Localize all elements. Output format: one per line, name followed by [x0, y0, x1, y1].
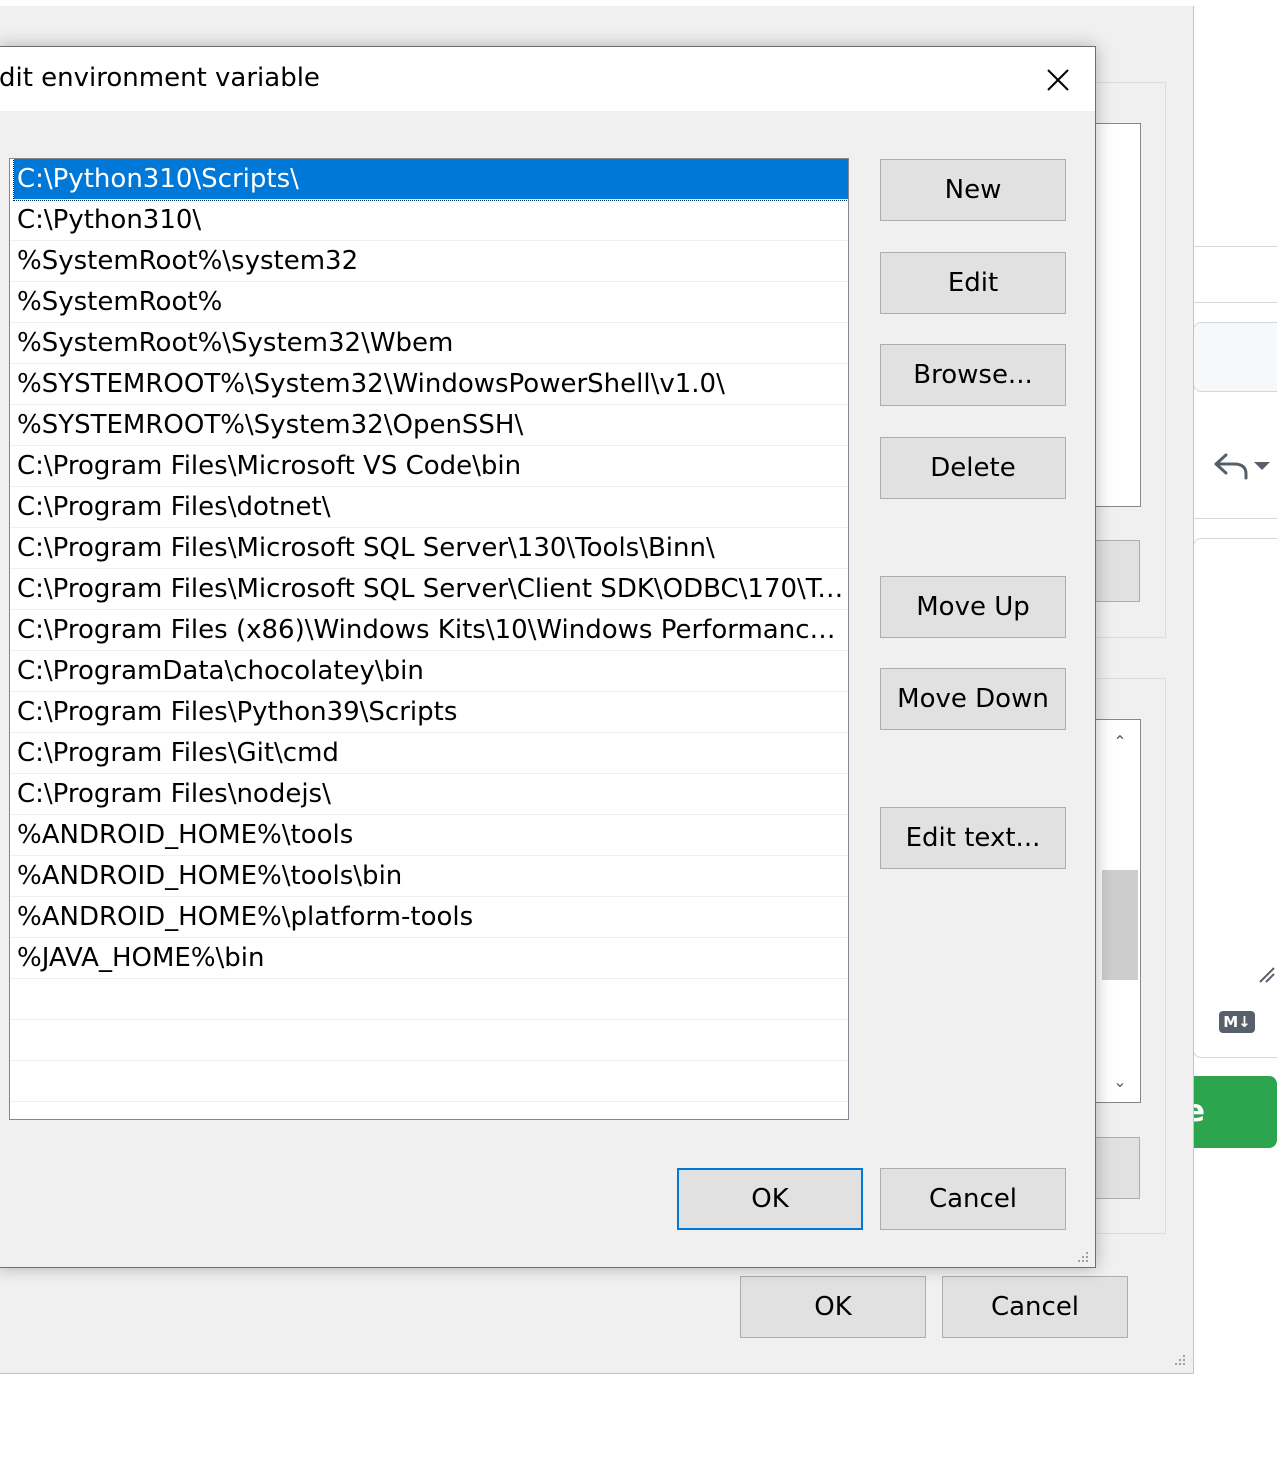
scrollbar-thumb[interactable]: [1102, 870, 1138, 980]
dialog-title: dit environment variable: [0, 63, 320, 93]
path-entry-row[interactable]: %ANDROID_HOME%\tools: [10, 815, 848, 856]
path-entry-row[interactable]: C:\Program Files (x86)\Windows Kits\10\W…: [10, 610, 848, 651]
env-cancel-button[interactable]: Cancel: [942, 1276, 1128, 1338]
path-entry-row[interactable]: C:\Program Files\Microsoft SQL Server\13…: [10, 528, 848, 569]
path-entry-row[interactable]: C:\Program Files\Git\cmd: [10, 733, 848, 774]
resize-grip-icon[interactable]: [1075, 1249, 1089, 1263]
markdown-icon: M↓: [1219, 1011, 1255, 1033]
empty-row[interactable]: [10, 1020, 848, 1061]
move-down-button[interactable]: Move Down: [880, 668, 1066, 730]
path-entry-row[interactable]: C:\Program Files\dotnet\: [10, 487, 848, 528]
scroll-up-icon[interactable]: ⌃: [1108, 732, 1132, 752]
empty-row[interactable]: [10, 979, 848, 1020]
path-entry-row[interactable]: %JAVA_HOME%\bin: [10, 938, 848, 979]
path-entry-row[interactable]: %SystemRoot%\System32\Wbem: [10, 323, 848, 364]
browse-button[interactable]: Browse...: [880, 344, 1066, 406]
path-entry-row[interactable]: C:\Python310\Scripts\: [13, 159, 848, 201]
ok-button[interactable]: OK: [677, 1168, 863, 1230]
user-variables-list[interactable]: [1096, 123, 1141, 507]
title-bar[interactable]: dit environment variable: [0, 47, 1095, 111]
web-input-field[interactable]: [1193, 322, 1277, 392]
submit-issue-label: sue: [1193, 1094, 1206, 1129]
path-entry-row[interactable]: C:\Python310\: [10, 200, 848, 241]
system-variables-button[interactable]: [1096, 1137, 1140, 1199]
path-entry-row[interactable]: %SystemRoot%\system32: [10, 241, 848, 282]
path-entry-row[interactable]: %ANDROID_HOME%\tools\bin: [10, 856, 848, 897]
web-divider: [1193, 302, 1277, 303]
new-button[interactable]: New: [880, 159, 1066, 221]
web-divider: [1193, 518, 1277, 519]
path-entry-row[interactable]: %SYSTEMROOT%\System32\WindowsPowerShell\…: [10, 364, 848, 405]
path-entry-row[interactable]: C:\Program Files\Microsoft VS Code\bin: [10, 446, 848, 487]
path-entry-row[interactable]: C:\Program Files\Python39\Scripts: [10, 692, 848, 733]
user-variables-button[interactable]: [1096, 540, 1140, 602]
undo-icon[interactable]: [1208, 448, 1277, 482]
delete-button[interactable]: Delete: [880, 437, 1066, 499]
edit-button[interactable]: Edit: [880, 252, 1066, 314]
path-entry-row[interactable]: %ANDROID_HOME%\platform-tools: [10, 897, 848, 938]
empty-row[interactable]: [10, 1061, 848, 1102]
edit-environment-variable-dialog: dit environment variable C:\Python310\Sc…: [0, 46, 1096, 1268]
path-entry-row[interactable]: C:\Program Files\nodejs\: [10, 774, 848, 815]
move-up-button[interactable]: Move Up: [880, 576, 1066, 638]
env-ok-button[interactable]: OK: [740, 1276, 926, 1338]
path-entry-row[interactable]: C:\Program Files\Microsoft SQL Server\Cl…: [10, 569, 848, 610]
close-icon[interactable]: [1043, 65, 1073, 95]
path-entries-list[interactable]: C:\Python310\Scripts\ C:\Python310\ %Syste…: [9, 158, 849, 1120]
path-entry-row[interactable]: %SystemRoot%: [10, 282, 848, 323]
submit-issue-button[interactable]: sue: [1193, 1076, 1277, 1148]
cancel-button[interactable]: Cancel: [880, 1168, 1066, 1230]
path-entry-row[interactable]: C:\ProgramData\chocolatey\bin: [10, 651, 848, 692]
scroll-down-icon[interactable]: ⌄: [1108, 1072, 1132, 1092]
resize-grip-icon[interactable]: [1172, 1352, 1186, 1366]
web-divider: [1193, 246, 1277, 247]
edit-text-button[interactable]: Edit text...: [880, 807, 1066, 869]
resize-handle-icon[interactable]: [1258, 966, 1276, 984]
path-entry-row[interactable]: %SYSTEMROOT%\System32\OpenSSH\: [10, 405, 848, 446]
